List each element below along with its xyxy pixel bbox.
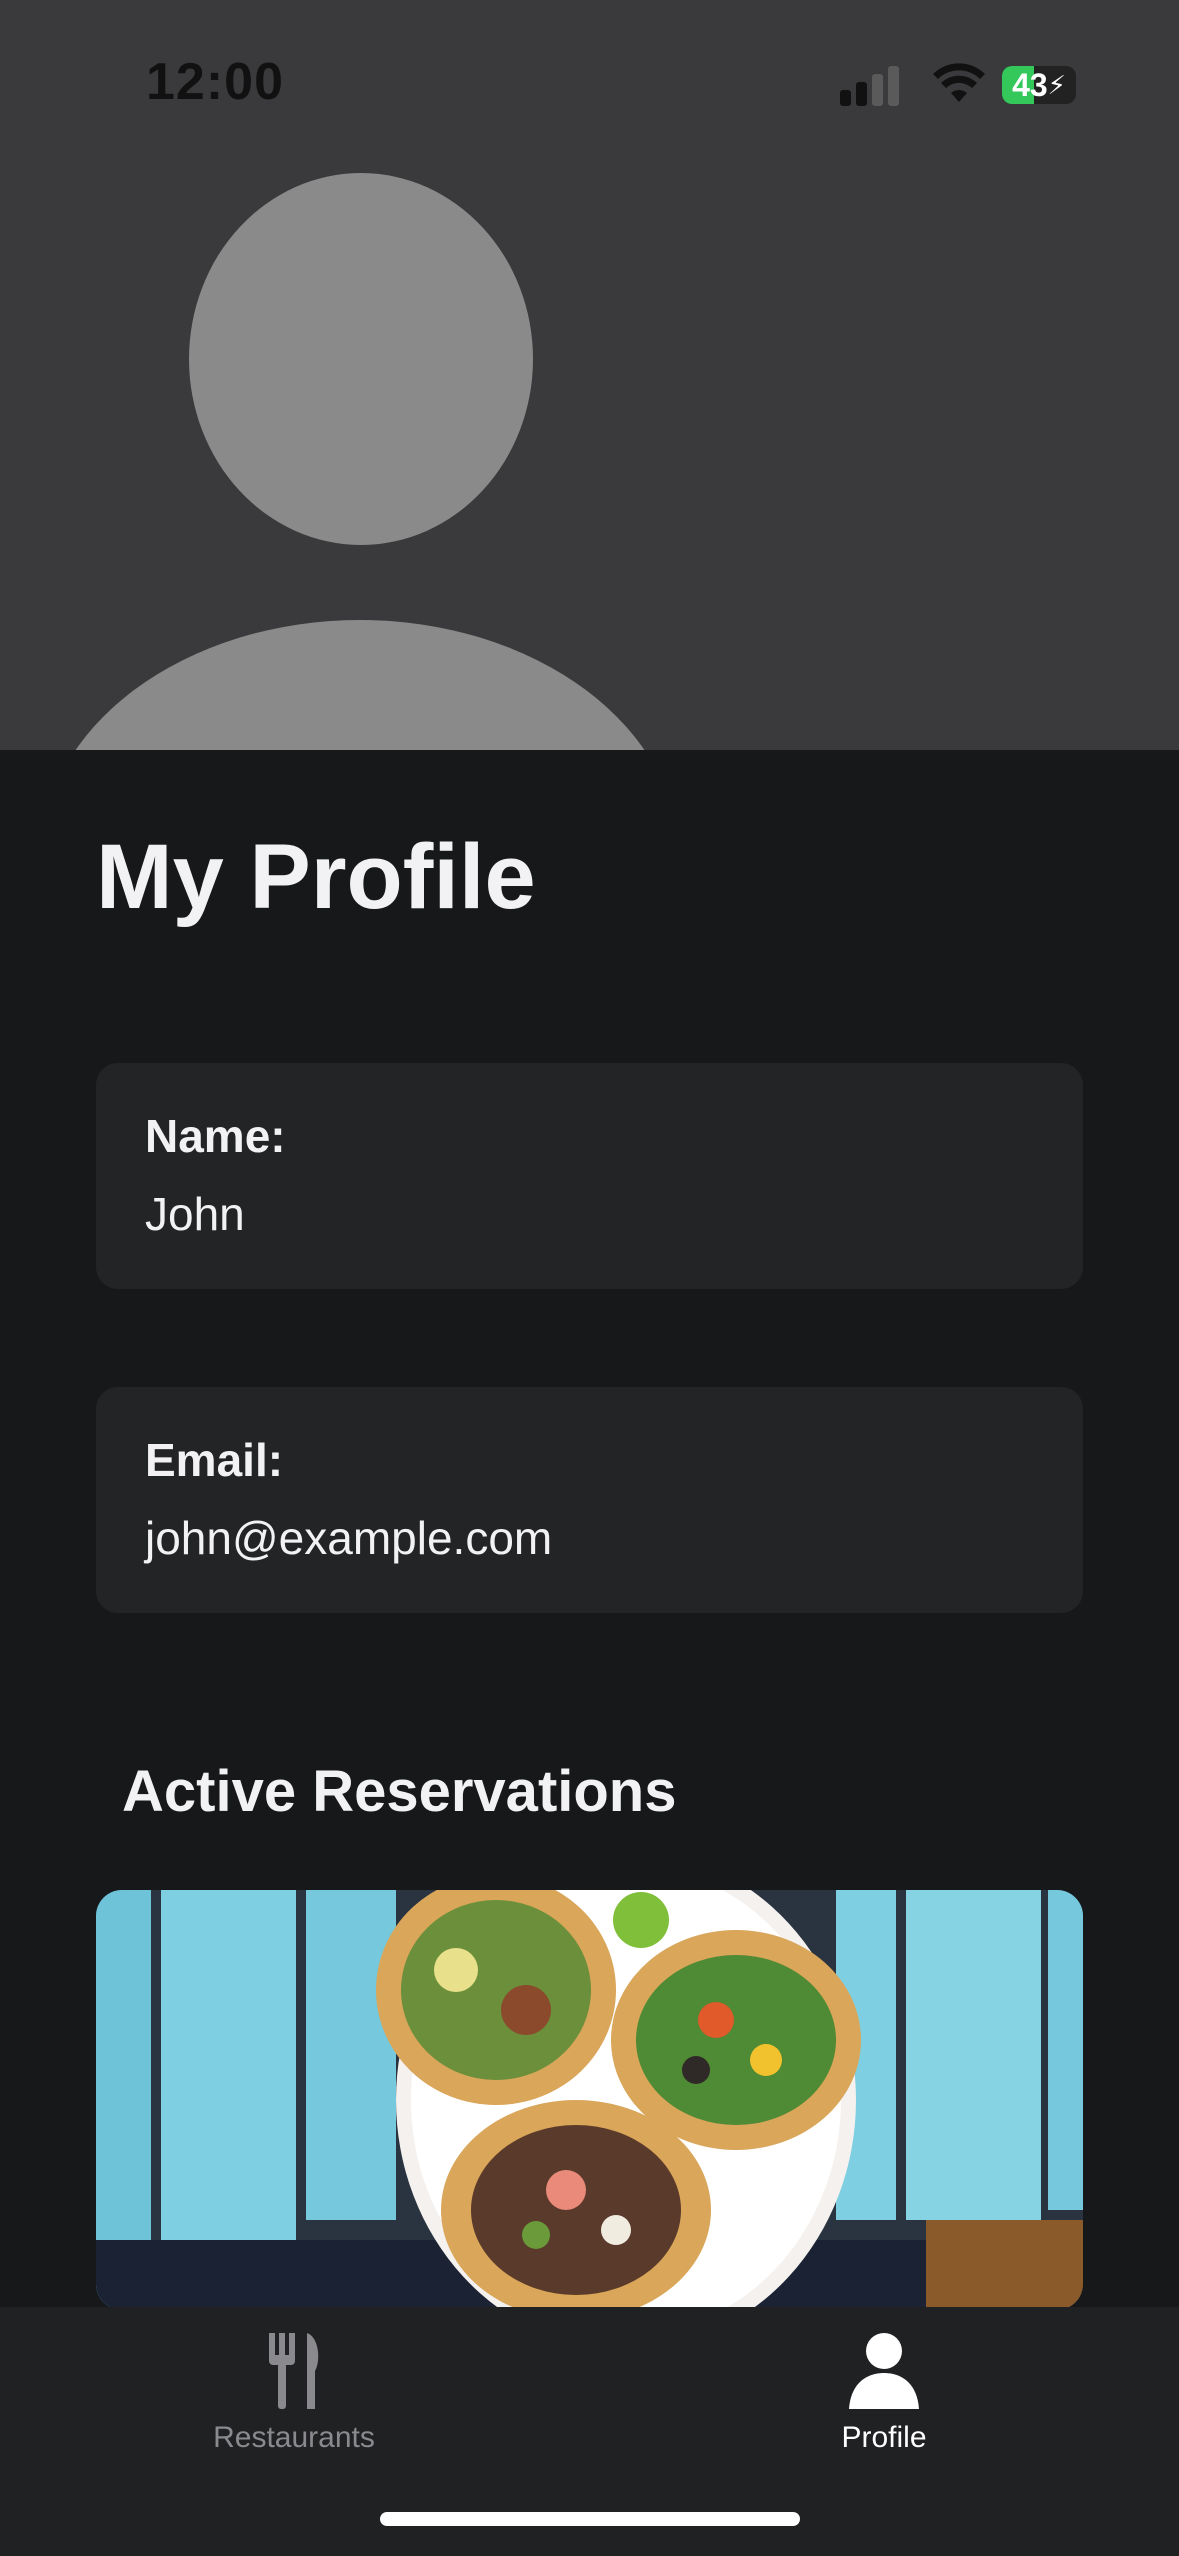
email-label: Email:	[145, 1434, 284, 1486]
avatar-placeholder-body	[40, 620, 680, 750]
name-card: Name: John	[96, 1063, 1083, 1289]
active-reservations-title: Active Reservations	[122, 1759, 677, 1824]
tab-profile[interactable]: Profile	[734, 2307, 1034, 2467]
status-time: 12:00	[146, 53, 284, 111]
name-label: Name:	[145, 1110, 286, 1162]
battery-level: 43	[1012, 66, 1048, 103]
wifi-icon	[933, 63, 985, 102]
status-icons: 43 ⚡	[840, 62, 1090, 112]
page-title: My Profile	[96, 826, 536, 928]
reservation-card[interactable]	[96, 1890, 1083, 2310]
battery-charging-icon: 43 ⚡	[1002, 66, 1076, 104]
status-bar: 12:00 43 ⚡	[0, 0, 1179, 170]
email-card: Email: john@example.com	[96, 1387, 1083, 1613]
tab-bar: Restaurants Profile	[0, 2307, 1179, 2556]
home-indicator[interactable]	[380, 2512, 800, 2526]
tab-label-restaurants: Restaurants	[213, 2421, 375, 2454]
cellular-signal-icon	[840, 62, 910, 106]
person-icon	[849, 2333, 919, 2409]
restaurant-photo	[96, 1890, 1083, 2310]
tab-restaurants[interactable]: Restaurants	[144, 2307, 444, 2467]
charging-bolt-icon: ⚡	[1047, 69, 1066, 100]
profile-header: 12:00 43 ⚡	[0, 0, 1179, 750]
name-value: John	[145, 1188, 245, 1240]
fork-knife-icon	[269, 2333, 319, 2409]
email-value: john@example.com	[145, 1512, 553, 1564]
avatar-placeholder-head	[189, 173, 533, 545]
tab-label-profile: Profile	[841, 2421, 927, 2454]
